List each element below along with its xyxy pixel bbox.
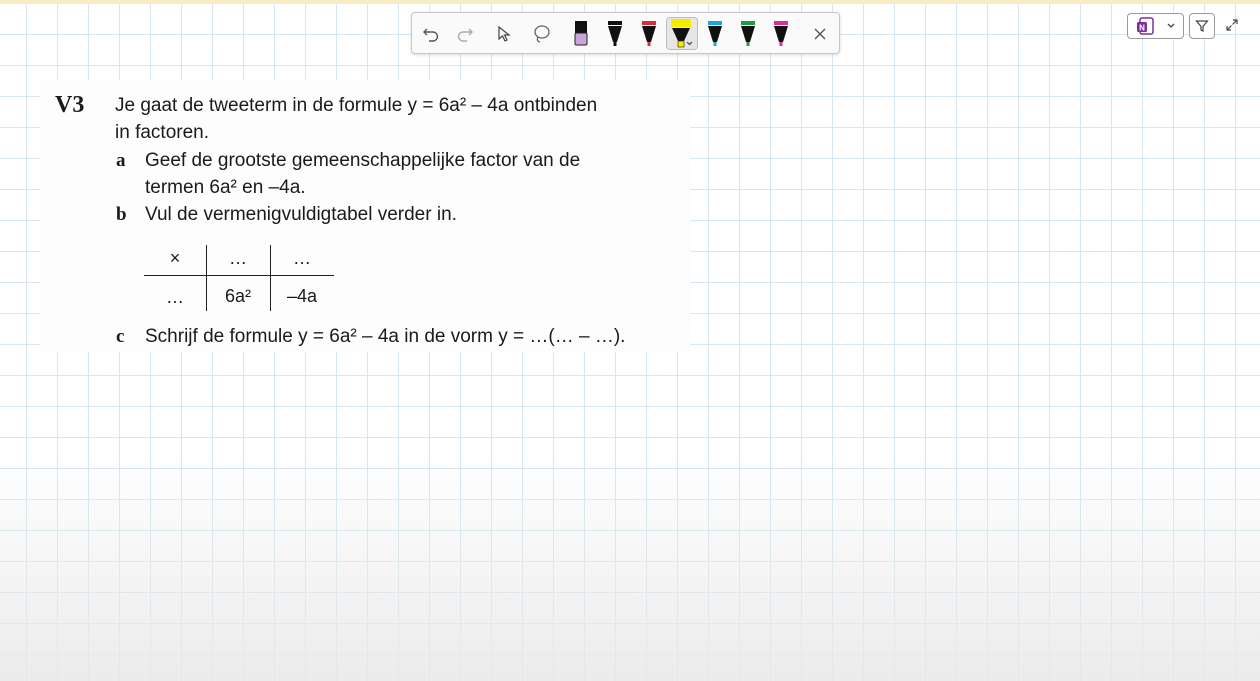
yellow-highlighter-button[interactable] <box>666 17 698 50</box>
table-cell-2: –4a <box>286 286 318 306</box>
select-tool-button[interactable] <box>488 17 520 50</box>
lasso-icon <box>534 24 550 43</box>
subquestion-a-line-2: termen 6a² en –4a. <box>145 177 306 198</box>
eraser-icon <box>574 20 588 45</box>
lasso-tool-button[interactable] <box>526 17 558 50</box>
multiplication-table: × … … … 6a² –4a <box>144 245 334 311</box>
top-accent-strip <box>0 0 1260 4</box>
table-cell-1: 6a² <box>224 286 251 306</box>
canvas-bottom-shade <box>0 450 1260 681</box>
redo-icon <box>457 28 473 42</box>
highlighter-icon <box>671 18 693 47</box>
green-pen-icon <box>741 20 755 46</box>
table-row-header: … <box>166 287 184 307</box>
table-header-col-1: … <box>229 248 247 268</box>
eraser-tool-button[interactable] <box>565 17 597 50</box>
subquestion-a-line-1: Geef de grootste gemeenschappelijke fact… <box>145 150 581 171</box>
red-pen-icon <box>642 20 656 46</box>
close-toolbar-button[interactable] <box>804 17 836 50</box>
subquestion-b-line: Vul de vermenigvuldigtabel verder in. <box>145 204 457 225</box>
green-pen-button[interactable] <box>732 17 764 50</box>
exercise-intro-line-1: Je gaat de tweeterm in de formule y = 6a… <box>115 95 598 116</box>
black-pen-button[interactable] <box>599 17 631 50</box>
table-corner-cell: × <box>169 248 181 268</box>
pointer-icon <box>498 25 511 42</box>
black-pen-icon <box>608 20 622 46</box>
redo-button[interactable] <box>449 17 481 50</box>
magenta-pen-icon <box>774 20 788 46</box>
blue-pen-button[interactable] <box>699 17 731 50</box>
table-header-divider <box>144 275 334 276</box>
undo-icon <box>423 28 439 42</box>
table-header-col-2: … <box>293 248 311 268</box>
close-icon <box>814 28 826 39</box>
exercise-intro-line-2: in factoren. <box>115 122 209 143</box>
red-pen-button[interactable] <box>633 17 665 50</box>
undo-button[interactable] <box>415 17 447 50</box>
blue-pen-icon <box>708 20 722 46</box>
subquestion-c-line: Schrijf de formule y = 6a² – 4a in de vo… <box>145 326 626 347</box>
chevron-down-icon <box>1167 23 1174 28</box>
onenote-dropdown[interactable]: N <box>1127 13 1184 39</box>
ink-toolbar <box>411 12 840 54</box>
filter-button[interactable] <box>1189 13 1215 39</box>
subquestion-b-letter: b <box>116 204 127 225</box>
subquestion-c-letter: c <box>116 326 125 347</box>
onenote-icon: N <box>1136 17 1154 35</box>
magenta-pen-button[interactable] <box>765 17 797 50</box>
expand-button[interactable] <box>1222 15 1242 35</box>
subquestion-a-letter: a <box>116 150 126 171</box>
expand-icon <box>1226 19 1238 31</box>
exercise-number: V3 <box>55 92 85 118</box>
filter-icon <box>1195 20 1209 32</box>
onenote-badge-letter: N <box>1139 24 1145 33</box>
